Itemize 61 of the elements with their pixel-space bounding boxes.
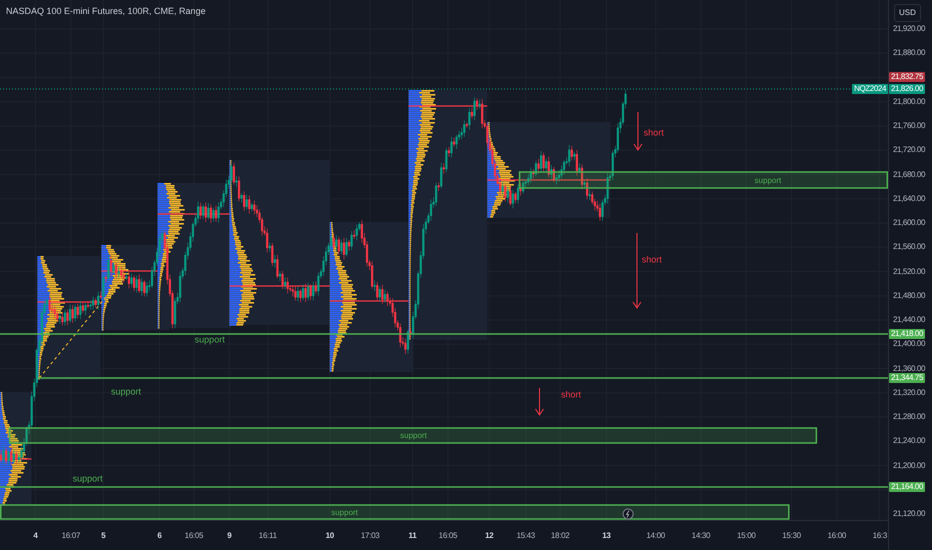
- price-label: 21,120.00: [893, 510, 925, 518]
- line-label: support: [72, 474, 103, 484]
- price-label: 21,360.00: [893, 364, 925, 372]
- price-label: 21,520.00: [893, 268, 925, 276]
- time-label: 16:05: [438, 532, 458, 540]
- time-label: 16:07: [62, 532, 80, 540]
- price-badge: 21,832.75: [889, 72, 925, 82]
- price-label: 21,640.00: [893, 194, 925, 203]
- time-label: 16:05: [184, 532, 204, 540]
- price-label: 21,560.00: [893, 243, 925, 252]
- price-label: 21,240.00: [893, 437, 925, 446]
- price-label: 21,280.00: [893, 413, 925, 421]
- time-label: 4: [33, 532, 38, 540]
- price-label: 21,880.00: [893, 49, 925, 58]
- time-label: 14:00: [646, 532, 665, 540]
- price-label: 21,920.00: [893, 25, 925, 33]
- zone-label: support: [331, 508, 358, 516]
- chart-title: NASDAQ 100 E-mini Futures, 100R, CME, Range: [6, 7, 206, 16]
- down-arrow: [633, 112, 642, 151]
- line-label: support: [194, 336, 225, 344]
- time-label: 16:00: [828, 532, 846, 540]
- price-label: 21,400.00: [893, 340, 925, 348]
- time-label: 6: [157, 532, 162, 540]
- price-label: 21,320.00: [893, 388, 925, 397]
- price-label: 21,200.00: [893, 462, 925, 470]
- time-label: 11: [408, 532, 416, 540]
- price-label: 21,680.00: [893, 170, 925, 178]
- arrow-label: short: [560, 390, 581, 400]
- price-label: 21,800.00: [893, 98, 925, 106]
- price-label: 21,760.00: [893, 122, 925, 130]
- zone-label: support: [400, 432, 427, 440]
- zone-label: support: [754, 176, 782, 184]
- arrow-label: short: [642, 256, 662, 264]
- price-label: 21,440.00: [893, 316, 925, 324]
- time-label: 16:3: [872, 532, 887, 540]
- price-label: 21,480.00: [893, 292, 925, 300]
- time-label: 9: [227, 532, 232, 540]
- line-label: support: [110, 388, 142, 396]
- time-label: 16:11: [258, 532, 277, 540]
- price-badge: 21,164.00: [889, 482, 925, 492]
- price-badge: 21,826.00: [889, 84, 925, 94]
- time-label: 15:30: [782, 532, 801, 540]
- time-label: 15:43: [516, 532, 535, 540]
- time-label: 18:02: [550, 532, 570, 540]
- currency-button[interactable]: USD: [894, 4, 921, 22]
- arrow-label: short: [644, 128, 664, 138]
- price-badge: 21,344.75: [889, 373, 925, 383]
- price-badge: 21,418.00: [889, 329, 925, 339]
- time-label: 12: [485, 532, 494, 540]
- time-label: 10: [326, 532, 334, 540]
- lightning-icon[interactable]: [622, 508, 634, 520]
- time-label: 13: [602, 532, 611, 540]
- time-label: 5: [101, 532, 106, 540]
- time-label: 14:30: [692, 532, 710, 540]
- down-arrow: [535, 388, 544, 416]
- symbol-badge: NQZ2024: [852, 84, 888, 94]
- price-label: 21,720.00: [893, 146, 925, 154]
- price-label: 21,600.00: [893, 219, 925, 227]
- time-label: 15:00: [736, 532, 756, 540]
- poc-line: [37, 301, 100, 303]
- time-label: 17:03: [360, 532, 380, 540]
